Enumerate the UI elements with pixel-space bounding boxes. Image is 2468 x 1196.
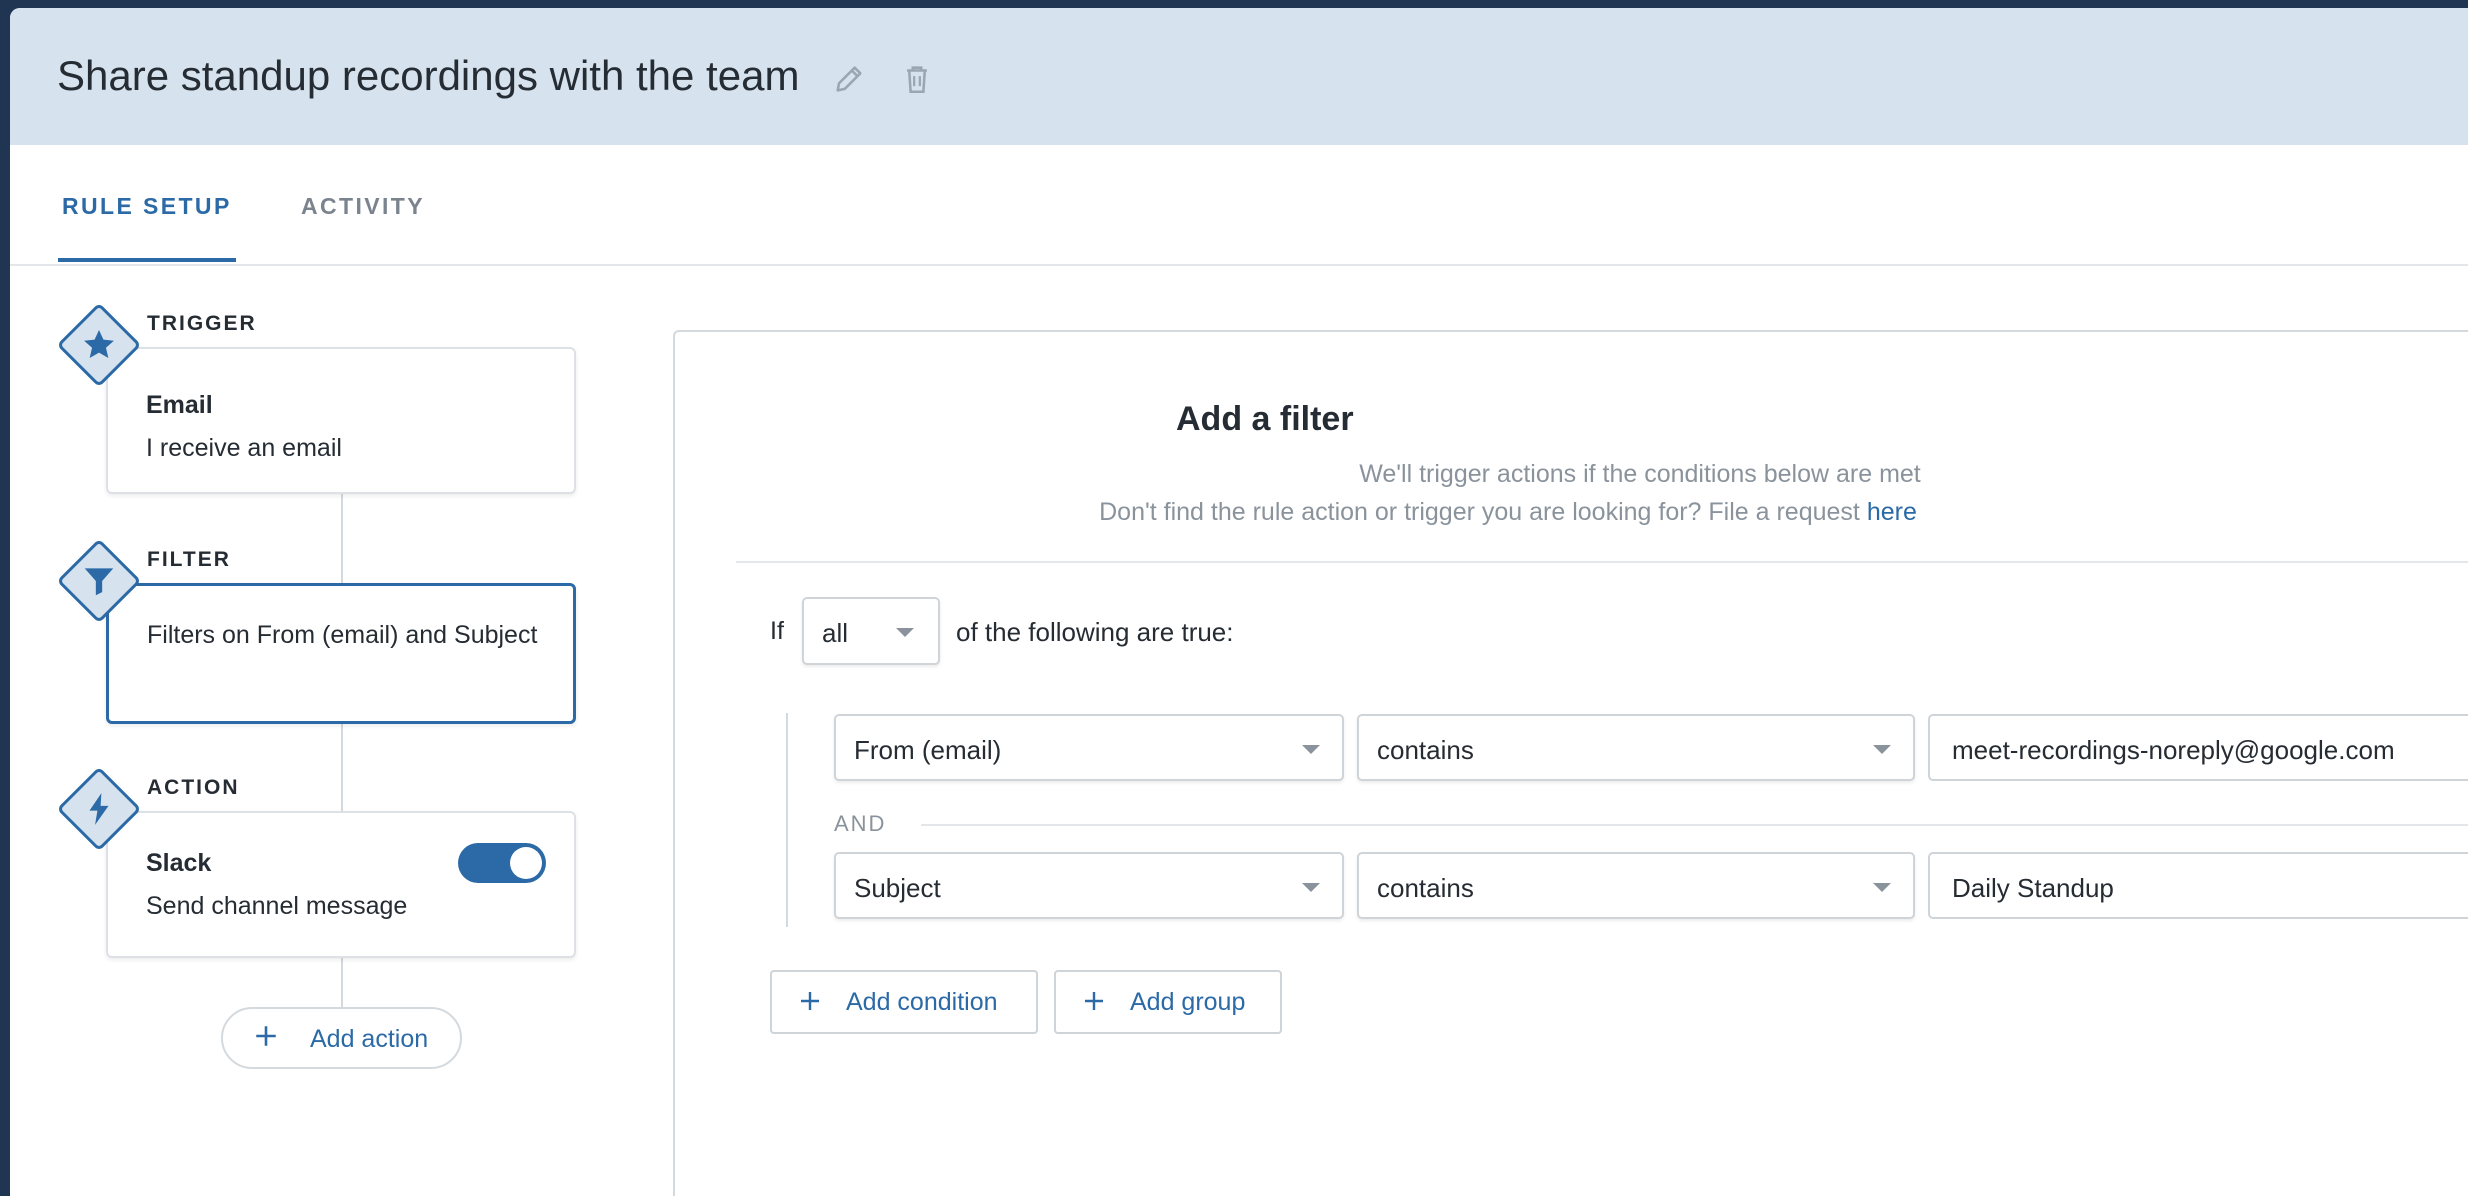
following-label: of the following are true: (956, 617, 1234, 647)
star-icon (84, 329, 114, 358)
condition-2-field: Subject (854, 873, 941, 903)
and-divider (921, 824, 2468, 826)
chevron-down-icon (1302, 745, 1320, 754)
trigger-card[interactable]: Email I receive an email (106, 347, 576, 494)
match-mode-value: all (822, 618, 849, 648)
tab-activity[interactable]: ACTIVITY (301, 193, 425, 220)
add-action-button[interactable]: Add action (221, 1007, 462, 1069)
condition-1-field: From (email) (854, 735, 1002, 765)
tab-bar: RULE SETUP ACTIVITY (10, 145, 2468, 266)
trash-icon[interactable] (900, 62, 934, 96)
condition-2-operator-select[interactable]: contains (1357, 852, 1915, 919)
condition-group-bar (786, 713, 788, 927)
trigger-subtitle: I receive an email (146, 434, 342, 462)
add-condition-label: Add condition (846, 988, 998, 1016)
chevron-down-icon (1302, 883, 1320, 892)
condition-1-field-select[interactable]: From (email) (834, 714, 1344, 781)
rule-editor-modal: Share standup recordings with the team R… (10, 8, 2468, 1196)
rule-title: Share standup recordings with the team (57, 52, 800, 99)
action-subtitle: Send channel message (146, 892, 408, 920)
plus-icon (1085, 992, 1103, 1010)
filter-subtitle: Filters on From (email) and Subject (147, 621, 538, 649)
filter-panel-subtitle: We'll trigger actions if the conditions … (1359, 460, 1921, 488)
condition-2-value: Daily Standup (1952, 873, 2114, 903)
trigger-title: Email (146, 391, 213, 419)
tab-rule-setup[interactable]: RULE SETUP (62, 193, 232, 220)
trigger-step-label: TRIGGER (147, 312, 257, 335)
action-enabled-toggle[interactable] (458, 843, 546, 883)
funnel-icon (84, 568, 114, 596)
condition-1-operator-select[interactable]: contains (1357, 714, 1915, 781)
condition-1-value: meet-recordings-noreply@google.com (1952, 735, 2395, 765)
filter-panel-title: Add a filter (1176, 400, 1354, 438)
add-group-button[interactable]: Add group (1054, 970, 1282, 1034)
condition-1-operator: contains (1377, 735, 1474, 765)
plus-icon (801, 992, 819, 1010)
panel-divider (736, 561, 2468, 563)
active-tab-indicator (58, 258, 236, 262)
action-step-label: ACTION (147, 776, 240, 799)
chevron-down-icon (1873, 883, 1891, 892)
action-card[interactable]: Slack Send channel message (106, 811, 576, 958)
lightning-icon (89, 793, 109, 825)
add-group-label: Add group (1130, 988, 1246, 1016)
condition-1-value-input[interactable]: meet-recordings-noreply@google.com (1928, 714, 2468, 781)
request-link[interactable]: here (1867, 498, 1917, 526)
filter-step-label: FILTER (147, 548, 231, 571)
condition-2-operator: contains (1377, 873, 1474, 903)
plus-icon (256, 1026, 276, 1046)
add-condition-button[interactable]: Add condition (770, 970, 1038, 1034)
if-label: If (770, 617, 784, 645)
and-join-label: AND (834, 811, 887, 836)
add-action-label: Add action (310, 1025, 429, 1053)
request-text-body: Don't find the rule action or trigger yo… (1099, 498, 1867, 526)
workflow-connector (341, 492, 343, 586)
request-text: Don't find the rule action or trigger yo… (1099, 498, 1917, 527)
toggle-knob (510, 847, 542, 879)
workflow-connector (341, 956, 343, 1008)
rule-header: Share standup recordings with the team (10, 8, 2468, 145)
chevron-down-icon (896, 628, 914, 637)
workflow-connector (341, 722, 343, 814)
chevron-down-icon (1873, 745, 1891, 754)
pencil-icon[interactable] (832, 62, 866, 96)
action-title: Slack (146, 849, 212, 877)
filter-card[interactable]: Filters on From (email) and Subject (106, 583, 576, 724)
condition-2-value-input[interactable]: Daily Standup (1928, 852, 2468, 919)
match-mode-select[interactable]: all (802, 597, 940, 665)
condition-2-field-select[interactable]: Subject (834, 852, 1344, 919)
